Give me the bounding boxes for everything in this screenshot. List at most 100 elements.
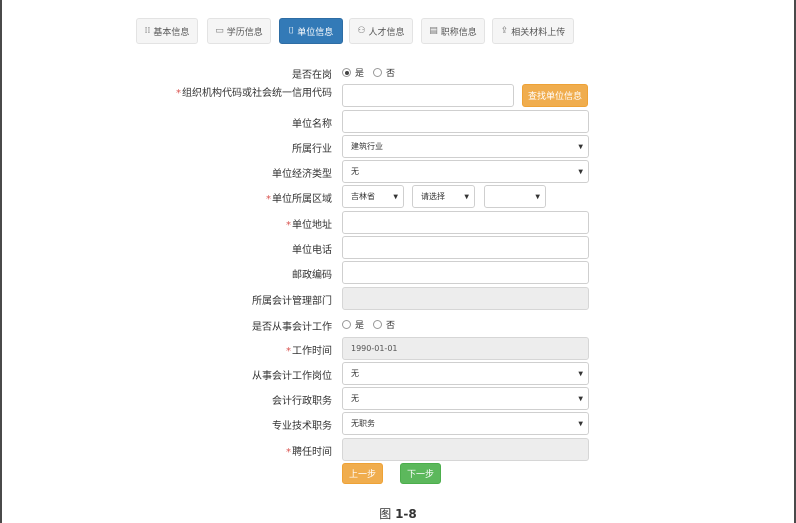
caret-down-icon: ▼ <box>464 193 469 200</box>
address-label: *单位地址 <box>286 216 332 231</box>
selected-value: 无职务 <box>351 419 375 428</box>
bars-icon: ⁞⁞ <box>144 26 151 36</box>
tech-position-label: 专业技术职务 <box>272 421 332 432</box>
required-mark: * <box>176 88 181 99</box>
figure-caption: 图 1-8 <box>0 505 796 522</box>
form-row-accounting-post: 从事会计工作岗位 无 ▼ <box>0 362 796 385</box>
on-duty-no[interactable]: 否 <box>373 66 395 79</box>
work-time-label-text: 工作时间 <box>292 346 332 357</box>
org-code-input[interactable] <box>342 84 514 107</box>
form-row-admin-position: 会计行政职务 无 ▼ <box>0 387 796 410</box>
form-row-region: *单位所属区域 吉林省 ▼ 请选择 ▼ ▼ <box>0 185 796 208</box>
admin-position-select[interactable]: 无 ▼ <box>342 387 589 410</box>
radio-button[interactable] <box>373 68 383 77</box>
on-duty-radio-group: 是 否 <box>342 66 404 79</box>
is-accounting-label: 是否从事会计工作 <box>252 322 332 333</box>
unit-name-input[interactable] <box>342 110 589 133</box>
radio-label: 否 <box>386 69 396 79</box>
form-row-postcode: 邮政编码 <box>0 261 796 284</box>
hire-time-input[interactable] <box>342 438 589 461</box>
is-accounting-no[interactable]: 否 <box>373 318 395 331</box>
city-select[interactable]: 请选择 ▼ <box>412 185 475 208</box>
industry-select[interactable]: 建筑行业 ▼ <box>342 135 589 158</box>
selected-value: 无 <box>351 167 359 176</box>
tab-unit-info[interactable]: ⌷ 单位信息 <box>279 18 343 44</box>
phone-input[interactable] <box>342 236 589 259</box>
document-icon: ▤ <box>429 26 438 36</box>
province-select[interactable]: 吉林省 ▼ <box>342 185 404 208</box>
tab-label: 人才信息 <box>368 27 405 38</box>
form-row-phone: 单位电话 <box>0 236 796 259</box>
form-row-org-code: *组织机构代码或社会统一信用代码 查找单位信息 <box>0 84 796 108</box>
caption-prefix: 图 <box>379 507 392 521</box>
form-row-work-time: *工作时间 1990-01-01 <box>0 337 796 360</box>
next-step-button[interactable]: 下一步 <box>400 463 441 484</box>
address-input[interactable] <box>342 211 589 234</box>
tab-title-info[interactable]: ▤ 职称信息 <box>421 18 485 44</box>
postcode-input[interactable] <box>342 261 589 284</box>
radio-label: 否 <box>386 321 396 331</box>
caret-down-icon: ▼ <box>393 193 398 200</box>
caret-down-icon: ▼ <box>535 193 540 200</box>
form-row-is-accounting: 是否从事会计工作 是 否 <box>0 318 796 333</box>
radio-button[interactable] <box>342 320 351 329</box>
on-duty-label: 是否在岗 <box>292 70 332 81</box>
is-accounting-radio-group: 是 否 <box>342 318 404 331</box>
upload-icon: ⇪ <box>500 26 509 36</box>
accounting-dept-label: 所属会计管理部门 <box>252 296 332 307</box>
selected-value: 吉林省 <box>351 192 375 201</box>
industry-label: 所属行业 <box>292 144 332 155</box>
hire-time-label-text: 聘任时间 <box>292 447 332 458</box>
economy-type-select[interactable]: 无 ▼ <box>342 160 589 183</box>
comment-icon: ▭ <box>215 26 224 36</box>
form-row-address: *单位地址 <box>0 211 796 234</box>
caret-down-icon: ▼ <box>578 370 583 377</box>
radio-label: 是 <box>355 321 365 331</box>
accounting-post-label: 从事会计工作岗位 <box>252 371 332 382</box>
region-label: *单位所属区域 <box>266 190 332 205</box>
admin-position-label: 会计行政职务 <box>272 396 332 407</box>
tab-talent-info[interactable]: ⚇ 人才信息 <box>349 18 413 44</box>
on-duty-yes[interactable]: 是 <box>342 66 364 79</box>
form-row-hire-time: *聘任时间 <box>0 438 796 461</box>
caret-down-icon: ▼ <box>578 168 583 175</box>
work-time-input[interactable]: 1990-01-01 <box>342 337 589 360</box>
tab-label: 职称信息 <box>440 27 477 38</box>
postcode-label: 邮政编码 <box>292 270 332 281</box>
phone-label: 单位电话 <box>292 245 332 256</box>
form-row-tech-position: 专业技术职务 无职务 ▼ <box>0 412 796 435</box>
tab-label: 单位信息 <box>297 27 334 38</box>
economy-type-label: 单位经济类型 <box>272 169 332 180</box>
radio-button[interactable] <box>373 320 383 329</box>
tab-label: 基本信息 <box>153 27 190 38</box>
accounting-post-select[interactable]: 无 ▼ <box>342 362 589 385</box>
is-accounting-yes[interactable]: 是 <box>342 318 364 331</box>
form-row-economy-type: 单位经济类型 无 ▼ <box>0 160 796 183</box>
selected-value: 无 <box>351 369 359 378</box>
book-icon: ⌷ <box>288 26 295 36</box>
district-select[interactable]: ▼ <box>484 185 546 208</box>
prev-step-button[interactable]: 上一步 <box>342 463 383 484</box>
radio-label: 是 <box>355 69 365 79</box>
work-time-label: *工作时间 <box>286 342 332 357</box>
required-mark: * <box>286 346 291 357</box>
user-icon: ⚇ <box>357 26 366 36</box>
form-row-on-duty: 是否在岗 是 否 <box>0 65 796 81</box>
form-row-unit-name: 单位名称 <box>0 110 796 133</box>
tab-label: 学历信息 <box>226 27 263 38</box>
tab-basic-info[interactable]: ⁞⁞ 基本信息 <box>136 18 198 44</box>
unit-name-label: 单位名称 <box>292 119 332 130</box>
tab-education-info[interactable]: ▭ 学历信息 <box>207 18 271 44</box>
caret-down-icon: ▼ <box>578 143 583 150</box>
required-mark: * <box>286 220 291 231</box>
tab-materials-upload[interactable]: ⇪ 相关材料上传 <box>492 18 574 44</box>
region-label-text: 单位所属区域 <box>272 194 332 205</box>
address-label-text: 单位地址 <box>292 220 332 231</box>
lookup-unit-button[interactable]: 查找单位信息 <box>522 84 588 107</box>
radio-button-checked[interactable] <box>342 68 351 77</box>
required-mark: * <box>266 194 271 205</box>
tech-position-select[interactable]: 无职务 ▼ <box>342 412 589 435</box>
form-row-accounting-dept: 所属会计管理部门 <box>0 287 796 310</box>
accounting-dept-input <box>342 287 589 310</box>
form-row-industry: 所属行业 建筑行业 ▼ <box>0 135 796 158</box>
